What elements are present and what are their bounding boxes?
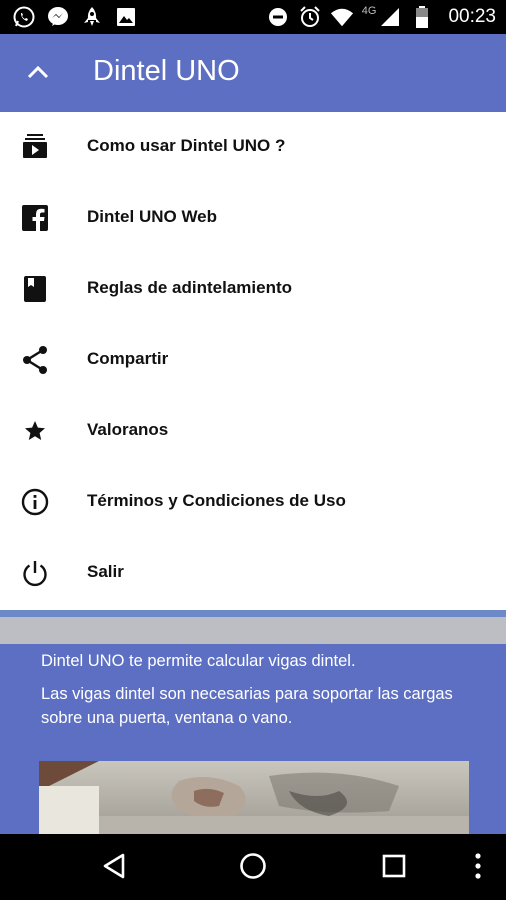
info-icon <box>18 485 52 519</box>
home-icon <box>239 852 267 885</box>
divider-band <box>0 617 506 644</box>
menu-label: Dintel UNO Web <box>87 207 218 226</box>
book-icon <box>18 272 52 306</box>
recents-icon <box>381 853 407 884</box>
intro-text: Dintel UNO te permite calcular vigas din… <box>41 652 356 670</box>
back-icon <box>101 852 127 885</box>
main-content: Dintel UNO te permite calcular vigas din… <box>0 644 506 834</box>
share-icon <box>18 343 52 377</box>
battery-icon <box>410 5 434 29</box>
menu-item-compartir[interactable]: Compartir <box>0 325 506 396</box>
drawer-menu: Como usar Dintel UNO ? Dintel UNO Web Re… <box>0 112 506 610</box>
description-text: Las vigas dintel son necesarias para sop… <box>41 685 453 727</box>
clock: 00:23 <box>448 6 496 27</box>
menu-item-valoranos[interactable]: Valoranos <box>0 396 506 467</box>
menu-label: Reglas de adintelamiento <box>87 278 292 297</box>
app-bar: Dintel UNO <box>0 34 506 112</box>
menu-item-web[interactable]: Dintel UNO Web <box>0 183 506 254</box>
signal-icon <box>378 5 402 29</box>
system-nav-bar <box>0 834 506 900</box>
menu-item-como-usar[interactable]: Como usar Dintel UNO ? <box>0 112 506 183</box>
do-not-disturb-icon <box>266 5 290 29</box>
lintel-photo <box>39 761 469 834</box>
menu-item-terminos[interactable]: Términos y Condiciones de Uso <box>0 467 506 538</box>
recents-button[interactable] <box>374 848 414 888</box>
rocket-icon <box>80 5 104 29</box>
alarm-icon <box>298 5 322 29</box>
whatsapp-icon <box>12 5 36 29</box>
menu-bottom-edge <box>0 610 506 617</box>
overflow-menu-icon <box>474 852 482 885</box>
facebook-icon <box>18 201 52 235</box>
menu-label: Compartir <box>87 349 169 368</box>
star-icon <box>18 414 52 448</box>
chevron-up-icon <box>27 65 49 84</box>
app-title: Dintel UNO <box>93 55 240 87</box>
menu-label: Como usar Dintel UNO ? <box>87 136 286 155</box>
menu-label: Salir <box>87 562 124 581</box>
video-library-icon <box>18 129 52 163</box>
wifi-icon <box>330 5 354 29</box>
collapse-button[interactable] <box>18 54 58 94</box>
menu-item-salir[interactable]: Salir <box>0 538 506 609</box>
back-button[interactable] <box>94 848 134 888</box>
menu-label: Términos y Condiciones de Uso <box>87 491 346 510</box>
notification-icons <box>12 5 138 29</box>
menu-label: Valoranos <box>87 420 169 439</box>
messenger-icon <box>46 5 70 29</box>
power-icon <box>18 556 52 590</box>
menu-item-reglas[interactable]: Reglas de adintelamiento <box>0 254 506 325</box>
overflow-menu-button[interactable] <box>458 848 498 888</box>
system-status-icons: 4G 00:23 <box>266 5 496 29</box>
status-bar: 4G 00:23 <box>0 0 506 34</box>
network-type: 4G <box>361 5 377 17</box>
image-icon <box>114 5 138 29</box>
home-button[interactable] <box>233 848 273 888</box>
